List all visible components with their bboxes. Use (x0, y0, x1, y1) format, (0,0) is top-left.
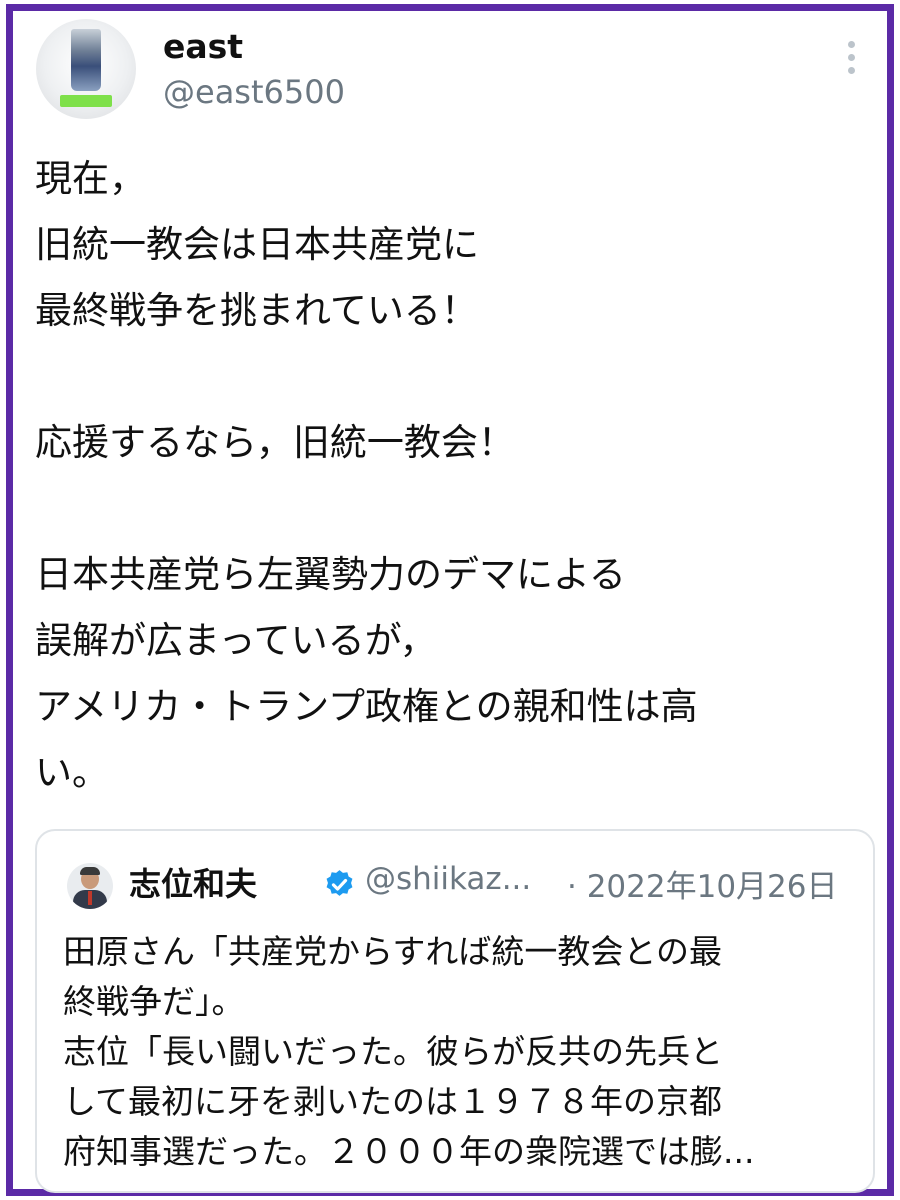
tweet-line: 現在， (35, 157, 146, 200)
quoted-line: して最初に牙を剥いたのは１９７８年の京都 (63, 1082, 723, 1121)
quoted-line: 田原さん「共産党からすれば統一教会との最 (63, 932, 723, 971)
quoted-line: 志位「長い闘いだった。彼らが反共の先兵と (63, 1032, 723, 1071)
quoted-line: 終戦争だ」。 (63, 982, 245, 1021)
quoted-tweet-text: 田原さん「共産党からすれば統一教会との最 終戦争だ」。 志位「長い闘いだった。彼… (63, 927, 853, 1177)
author-handle[interactable]: @east6500 (163, 73, 345, 111)
quoted-author-handle[interactable]: @shiikaz... (365, 861, 531, 897)
verified-badge-icon (326, 870, 353, 896)
quoted-author-name[interactable]: 志位和夫 (129, 859, 257, 905)
tweet-line: 応援するなら，旧統一教会！ (35, 421, 515, 464)
author-avatar[interactable] (36, 19, 136, 119)
more-vertical-icon[interactable] (839, 41, 863, 87)
quoted-tweet-date[interactable]: · 2022年10月26日 (567, 861, 838, 906)
tweet-line: 旧統一教会は日本共産党に (35, 223, 479, 266)
drink-cup-icon (71, 29, 101, 91)
tweet-line: い。 (35, 751, 109, 794)
quoted-author-avatar[interactable] (67, 863, 113, 909)
tweet-line: 誤解が広まっているが， (35, 619, 437, 662)
quoted-tweet-card[interactable]: 志位和夫 @shiikaz... · 2022年10月26日 田原さん「共産党か… (35, 829, 875, 1193)
cup-base (60, 95, 112, 107)
tweet-line: アメリカ・トランプ政権との親和性は高 (35, 685, 698, 728)
author-name[interactable]: east (163, 27, 243, 66)
tweet-line (35, 344, 875, 410)
tweet-frame: east @east6500 現在， 旧統一教会は日本共産党に 最終戦争を挑まれ… (6, 4, 894, 1196)
tweet-text: 現在， 旧統一教会は日本共産党に 最終戦争を挑まれている！ 応援するなら，旧統一… (35, 146, 875, 806)
tweet-line: 最終戦争を挑まれている！ (35, 289, 478, 332)
tweet-line (35, 476, 875, 542)
quoted-line: 府知事選だった。２０００年の衆院選では膨... (63, 1132, 755, 1171)
tweet-line: 日本共産党ら左翼勢力のデマによる (35, 553, 626, 596)
